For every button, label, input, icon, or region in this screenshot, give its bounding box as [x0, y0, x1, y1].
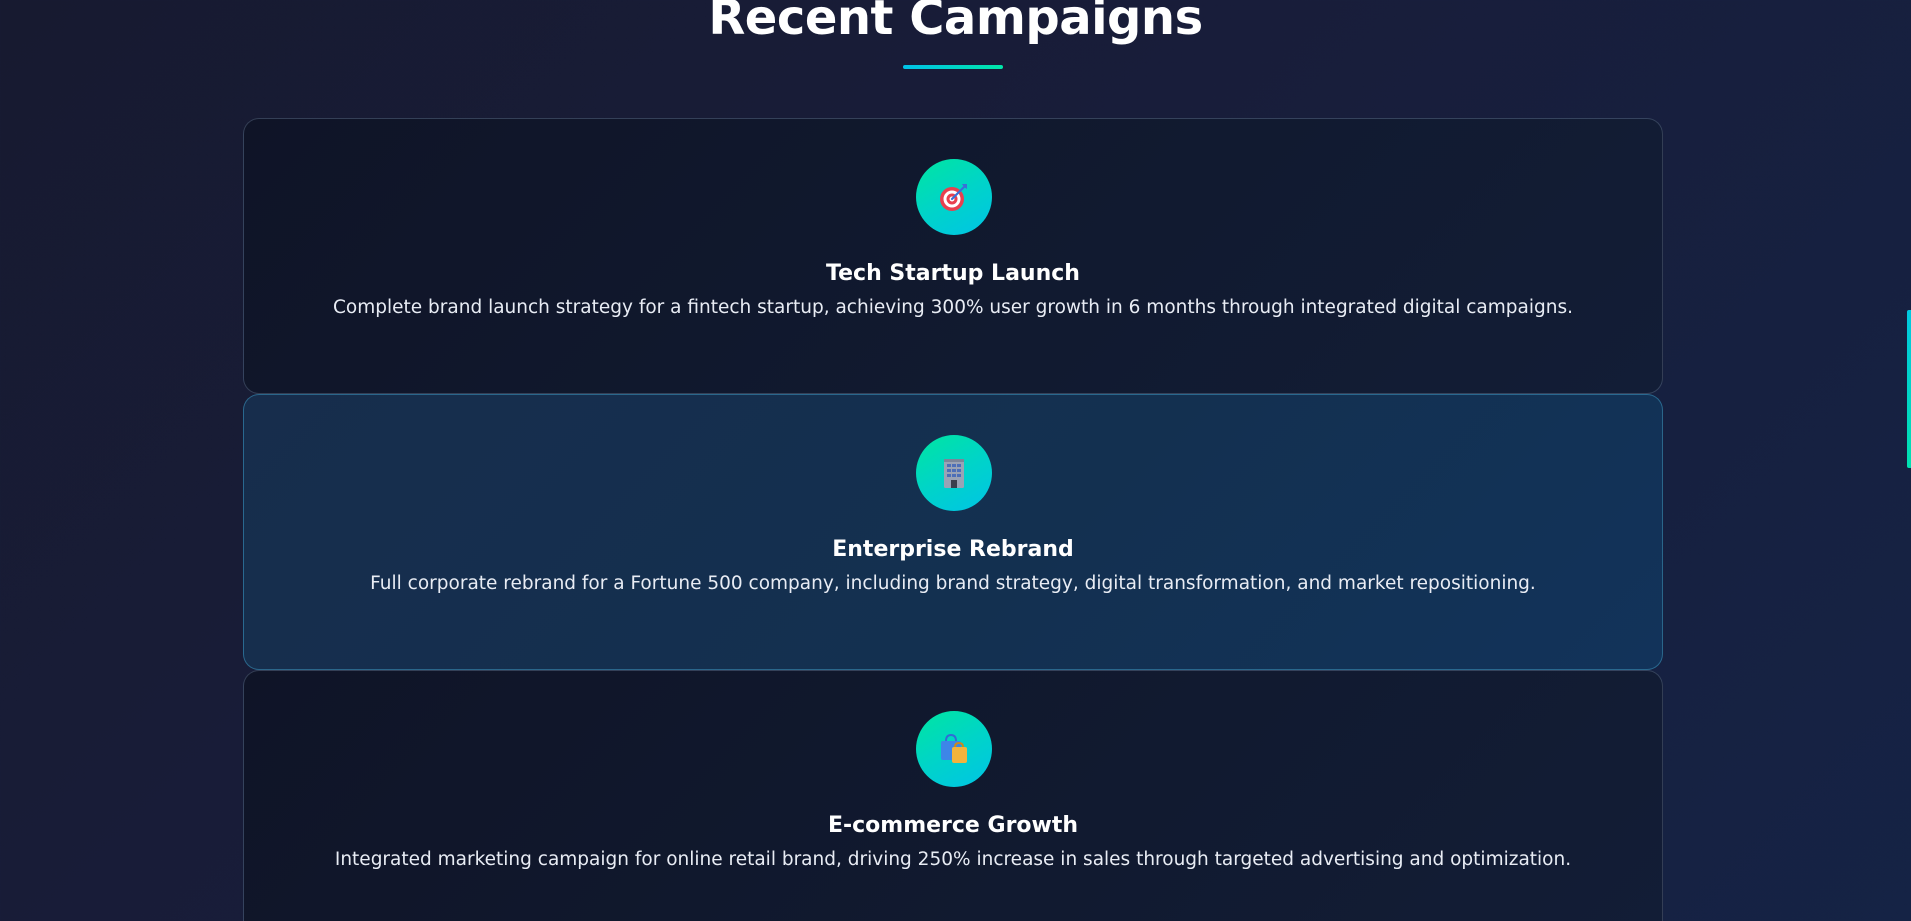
shopping-bags-icon: [916, 711, 992, 787]
campaign-title: E-commerce Growth: [827, 813, 1079, 838]
campaign-title: Enterprise Rebrand: [832, 537, 1074, 562]
campaign-card-tech-startup[interactable]: Tech Startup Launch Complete brand launc…: [243, 118, 1663, 394]
campaign-description: Complete brand launch strategy for a fin…: [333, 297, 1573, 318]
campaign-list: Tech Startup Launch Complete brand launc…: [243, 118, 1663, 921]
campaign-card-enterprise-rebrand[interactable]: Enterprise Rebrand Full corporate rebran…: [243, 394, 1663, 670]
title-underline: [903, 65, 1003, 69]
campaign-description: Full corporate rebrand for a Fortune 500…: [370, 573, 1536, 594]
campaign-title: Tech Startup Launch: [826, 261, 1080, 286]
section-title: Recent Campaigns: [708, 0, 1203, 46]
scrollbar-thumb[interactable]: [1907, 310, 1911, 468]
campaign-card-ecommerce-growth[interactable]: E-commerce Growth Integrated marketing c…: [243, 670, 1663, 921]
campaign-description: Integrated marketing campaign for online…: [334, 849, 1572, 870]
office-building-icon: [916, 435, 992, 511]
target-icon: [916, 159, 992, 235]
